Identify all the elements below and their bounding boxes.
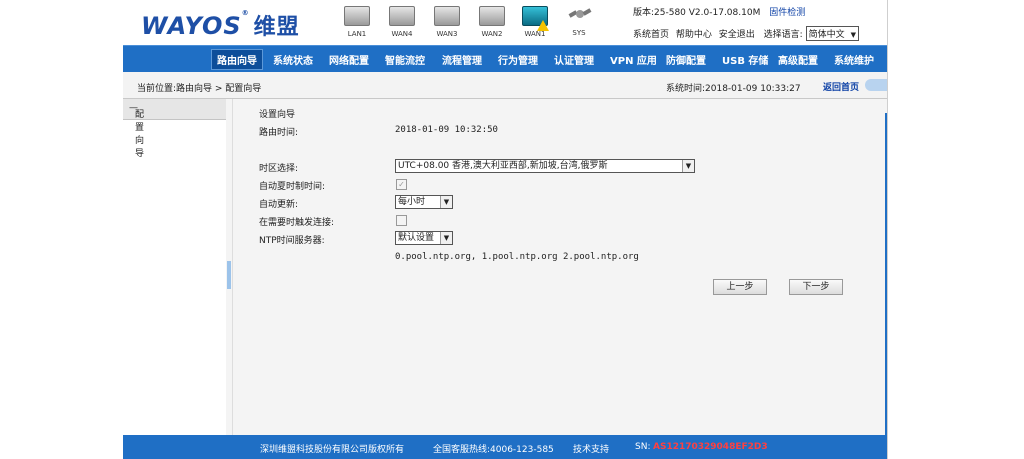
breadcrumb: 当前位置:路由向导 > 配置向导: [137, 84, 262, 94]
back-home-link[interactable]: 返回首页: [823, 80, 859, 93]
chevron-down-icon: ▼: [440, 232, 452, 244]
wayos-logo: WAYOS®维盟: [141, 9, 300, 41]
main-content: 设置向导 路由时间: 2018-01-09 10:32:50 时区选择: UTC…: [233, 99, 887, 435]
on-demand-label: 在需要时触发连接:: [259, 218, 335, 228]
header-info: 版本:25-580 V2.0-17.08.10M 固件检测 系统首页 帮助中心 …: [633, 5, 859, 41]
auto-dst-checkbox[interactable]: ✓: [396, 179, 407, 190]
port-wan4[interactable]: WAN4: [388, 2, 416, 38]
version-label: 版本:25-580 V2.0-17.08.10M: [633, 8, 761, 18]
ntp-servers: 0.pool.ntp.org, 1.pool.ntp.org 2.pool.nt…: [395, 252, 639, 262]
auto-dst-label: 自动夏时制时间:: [259, 182, 326, 192]
nav-wizard[interactable]: 路由向导: [211, 49, 263, 70]
chevron-down-icon: ▼: [850, 31, 856, 39]
nav-process[interactable]: 流程管理: [442, 52, 482, 67]
back-arrow-icon[interactable]: [865, 79, 887, 91]
port-wan3[interactable]: WAN3: [433, 2, 461, 38]
nav-maintenance[interactable]: 系统维护: [834, 52, 874, 67]
frame-border: [887, 0, 888, 459]
home-link[interactable]: 系统首页: [633, 30, 669, 40]
nav-usb[interactable]: USB 存储: [722, 52, 768, 67]
auto-update-select[interactable]: 每小时 ▼: [395, 195, 453, 209]
monitor-active-icon: [522, 6, 549, 31]
firmware-check-link[interactable]: 固件检测: [769, 8, 805, 18]
warning-icon: [537, 20, 549, 31]
tech-support-link[interactable]: 技术支持: [573, 442, 609, 455]
nav-network[interactable]: 网络配置: [329, 52, 369, 67]
ntp-label: NTP时间服务器:: [259, 236, 325, 246]
port-wan1[interactable]: WAN1: [521, 2, 549, 38]
language-label: 选择语言:: [763, 30, 803, 40]
main-nav: 路由向导 系统状态 网络配置 智能流控 流程管理 行为管理 认证管理 VPN 应…: [123, 45, 887, 72]
timezone-label: 时区选择:: [259, 164, 299, 174]
copyright: 深圳维盟科技股份有限公司版权所有: [260, 445, 405, 455]
logo-cn: 维盟: [253, 15, 300, 40]
help-link[interactable]: 帮助中心: [676, 30, 712, 40]
timezone-select[interactable]: UTC+08.00 香港,澳大利亚西部,新加坡,台湾,俄罗斯 ▼: [395, 159, 695, 173]
prev-button[interactable]: 上一步: [713, 279, 767, 295]
ntp-select[interactable]: 默认设置 ▼: [395, 231, 453, 245]
sn-value: AS12170329048EF2D3: [653, 442, 768, 452]
nav-vpn[interactable]: VPN 应用: [610, 52, 657, 67]
logo-trademark: ®: [241, 9, 250, 17]
language-select[interactable]: 简体中文 ▼: [805, 26, 859, 41]
chevron-down-icon: ▼: [682, 160, 694, 172]
auto-update-label: 自动更新:: [259, 200, 299, 210]
footer: 深圳维盟科技股份有限公司版权所有 全国客服热线:4006-123-585 技术支…: [123, 435, 887, 459]
system-time: 系统时间:2018-01-09 10:33:27: [666, 84, 801, 94]
logo-text: WAYOS: [141, 12, 242, 40]
sidebar: — 配置向导: [123, 99, 227, 435]
monitor-icon: [344, 6, 370, 26]
router-time-label: 路由时间:: [259, 128, 299, 138]
header: WAYOS®维盟 LAN1 WAN4 WAN3 WAN2 WAN1 SYS 版本…: [123, 0, 887, 45]
nav-advanced[interactable]: 高级配置: [778, 52, 818, 67]
hotline: 全国客服热线:4006-123-585: [433, 445, 554, 455]
port-wan2[interactable]: WAN2: [478, 2, 506, 38]
monitor-icon: [389, 6, 415, 26]
monitor-icon: [434, 6, 460, 26]
port-sys[interactable]: SYS: [565, 2, 593, 37]
app-frame: WAYOS®维盟 LAN1 WAN4 WAN3 WAN2 WAN1 SYS 版本…: [123, 0, 887, 459]
collapse-handle[interactable]: [227, 261, 231, 289]
monitor-icon: [479, 6, 505, 26]
satellite-icon: [568, 8, 592, 18]
on-demand-checkbox[interactable]: [396, 215, 407, 226]
nav-status[interactable]: 系统状态: [273, 52, 313, 67]
sub-bar: 当前位置:路由向导 > 配置向导 系统时间:2018-01-09 10:33:2…: [123, 72, 887, 99]
sidebar-item-wizard[interactable]: — 配置向导: [123, 99, 226, 159]
nav-defense[interactable]: 防御配置: [666, 52, 706, 67]
nav-flow-control[interactable]: 智能流控: [385, 52, 425, 67]
router-time-value: 2018-01-09 10:32:50: [395, 125, 498, 135]
sidebar-splitter[interactable]: [226, 99, 233, 435]
port-lan1[interactable]: LAN1: [343, 2, 371, 38]
chevron-down-icon: ▼: [440, 196, 452, 208]
nav-behavior[interactable]: 行为管理: [498, 52, 538, 67]
nav-auth[interactable]: 认证管理: [554, 52, 594, 67]
section-title: 设置向导: [259, 110, 296, 120]
sn-label: SN:: [635, 442, 651, 452]
next-button[interactable]: 下一步: [789, 279, 843, 295]
logout-link[interactable]: 安全退出: [719, 30, 755, 40]
